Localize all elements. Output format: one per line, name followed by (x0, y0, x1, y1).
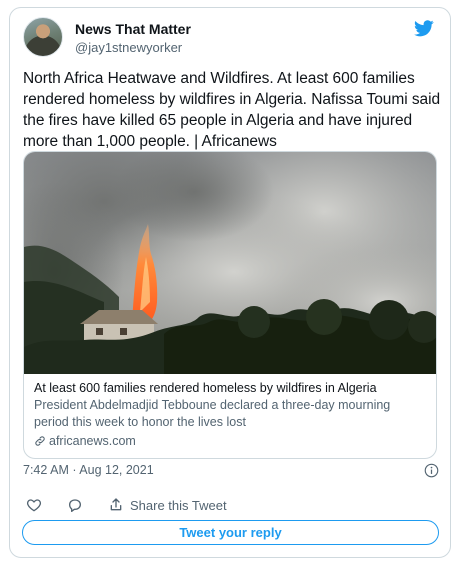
link-preview-card[interactable]: At least 600 families rendered homeless … (23, 151, 437, 459)
share-icon (110, 498, 122, 511)
heart-icon (26, 499, 42, 512)
link-title[interactable]: At least 600 families rendered homeless … (34, 380, 426, 397)
share-button[interactable]: Share this Tweet (108, 495, 227, 515)
tweet-reply-button[interactable]: Tweet your reply (22, 520, 439, 545)
link-description: President Abdelmadjid Tebboune declared … (34, 398, 391, 429)
link-preview-meta: At least 600 families rendered homeless … (34, 380, 426, 450)
share-label: Share this Tweet (130, 497, 227, 513)
tweet-embed-card: News That Matter @jay1stnewyorker North … (9, 7, 451, 558)
tweet-text: North Africa Heatwave and Wildfires. At … (23, 70, 441, 150)
wildfire-photo (24, 152, 436, 374)
twitter-bird-icon[interactable] (414, 20, 434, 37)
tweet-timestamp[interactable]: 7:42 AM · Aug 12, 2021 (23, 463, 154, 477)
link-domain-row: africanews.com (34, 432, 426, 450)
link-domain: africanews.com (49, 434, 136, 448)
action-bar: Share this Tweet (23, 495, 437, 515)
reply-action-button[interactable] (67, 495, 83, 515)
author-name[interactable]: News That Matter (75, 21, 191, 37)
like-button[interactable] (26, 495, 42, 515)
avatar[interactable] (23, 17, 63, 57)
comment-icon (69, 499, 81, 512)
tweet-header: News That Matter @jay1stnewyorker (23, 17, 437, 57)
link-icon (35, 436, 45, 446)
author-handle[interactable]: @jay1stnewyorker (75, 40, 182, 55)
info-icon[interactable] (424, 463, 439, 478)
